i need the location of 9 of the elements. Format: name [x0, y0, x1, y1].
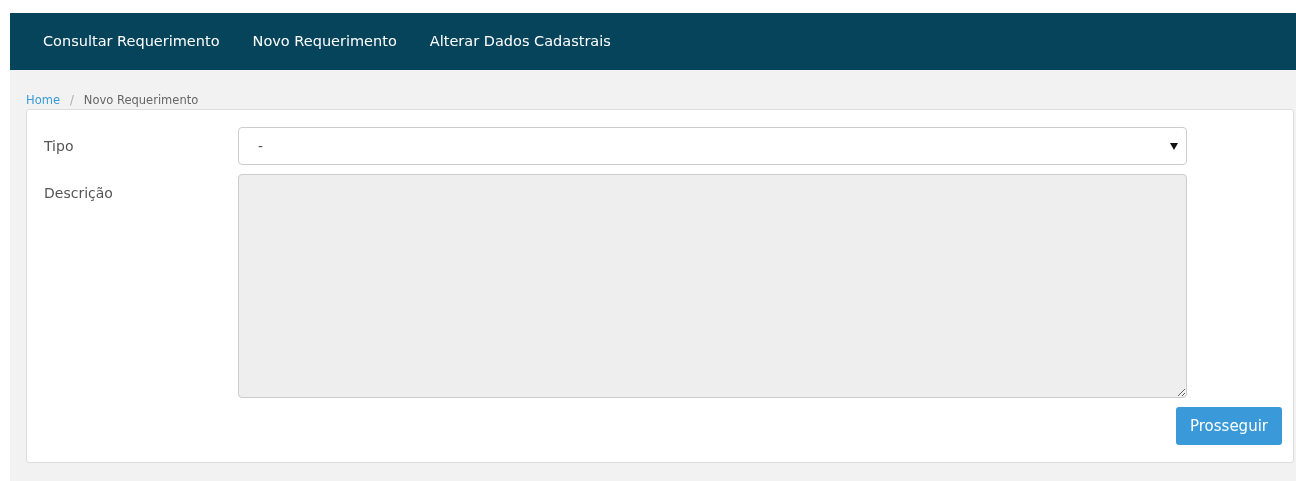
field-label: Descrição [44, 184, 114, 203]
nav-link[interactable]: Consultar Requerimento [43, 30, 220, 53]
nav-link[interactable]: Novo Requerimento [252, 30, 397, 53]
type-select[interactable]: - [238, 127, 1187, 165]
dropdown-caret-icon [1170, 142, 1178, 150]
nav-link[interactable]: Alterar Dados Cadastrais [429, 30, 611, 53]
breadcrumb-current: Novo Requerimento [83, 91, 199, 109]
breadcrumb-separator: / [69, 91, 74, 109]
field-label: Tipo [44, 136, 75, 156]
